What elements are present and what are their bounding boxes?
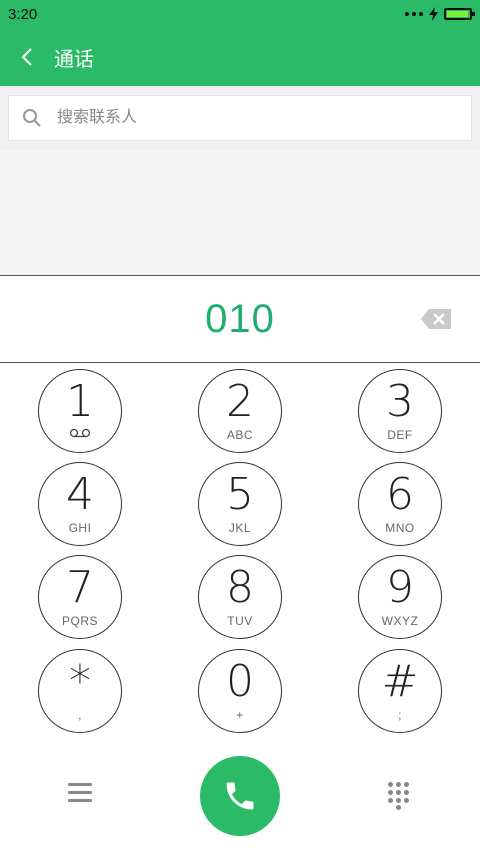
back-button[interactable] bbox=[0, 28, 54, 86]
key-digit-label: 9 bbox=[386, 562, 414, 613]
keypad: 1 2 ABC 3 DEF 4 GHI 5 JKL 6 MNO 7 PQRS 8 TUV 9 WXYZ *, 0 + #… bbox=[0, 363, 480, 740]
contact-results-area bbox=[0, 150, 480, 275]
key-3[interactable]: 3 DEF bbox=[358, 369, 442, 453]
menu-icon bbox=[68, 783, 92, 786]
key-4[interactable]: 4 GHI bbox=[38, 462, 122, 546]
key-letters-label: MNO bbox=[385, 521, 415, 535]
key-digit-label: 1 bbox=[66, 376, 94, 427]
key-6[interactable]: 6 MNO bbox=[358, 462, 442, 546]
backspace-button[interactable] bbox=[420, 308, 452, 330]
dialpad-dot bbox=[396, 798, 401, 803]
key-1[interactable]: 1 bbox=[38, 369, 122, 453]
number-display: 010 bbox=[0, 275, 480, 363]
battery-icon bbox=[444, 8, 475, 20]
key-letters-label: + bbox=[236, 708, 244, 722]
key-letters-label: JKL bbox=[228, 521, 252, 535]
key-digit-label: 2 bbox=[226, 376, 254, 427]
status-bar: 3:20 bbox=[0, 0, 480, 28]
chevron-left-icon bbox=[21, 48, 32, 66]
key-digit-label: 5 bbox=[226, 469, 254, 520]
battery-level-fill bbox=[447, 11, 468, 17]
key-digit-label: 7 bbox=[66, 562, 94, 613]
menu-button[interactable] bbox=[68, 783, 92, 805]
key-star[interactable]: *, bbox=[38, 649, 122, 733]
dialer-screen: 3:20 通话 搜索联系人 010 1 2 ABC 3 DEF 4 GHI 5 … bbox=[0, 0, 480, 853]
key-letters-label: WXYZ bbox=[381, 614, 419, 628]
dialpad-toggle-button[interactable] bbox=[388, 782, 412, 810]
key-hash[interactable]: #; bbox=[358, 649, 442, 733]
key-digit-label: 0 bbox=[226, 656, 254, 707]
search-input[interactable] bbox=[55, 108, 459, 128]
backspace-icon bbox=[421, 309, 451, 329]
status-time: 3:20 bbox=[8, 5, 38, 23]
call-button[interactable] bbox=[200, 756, 280, 836]
key-7[interactable]: 7 PQRS bbox=[38, 555, 122, 639]
dialed-number: 010 bbox=[205, 296, 275, 341]
dialpad-dot bbox=[388, 790, 393, 795]
charging-bolt-icon bbox=[429, 7, 438, 21]
search-box[interactable] bbox=[8, 95, 472, 141]
more-dots-icon bbox=[405, 12, 423, 16]
status-icons bbox=[405, 7, 475, 21]
page-title: 通话 bbox=[54, 48, 94, 71]
phone-icon bbox=[226, 782, 254, 810]
key-9[interactable]: 9 WXYZ bbox=[358, 555, 442, 639]
dialpad-dot bbox=[396, 805, 401, 810]
key-letters-label: , bbox=[78, 708, 82, 722]
search-icon bbox=[9, 108, 55, 128]
key-letters-label: ; bbox=[398, 708, 402, 722]
key-digit-label: * bbox=[69, 656, 91, 707]
key-digit-label: 8 bbox=[226, 562, 254, 613]
dialpad-dot bbox=[396, 790, 401, 795]
key-letters-label: TUV bbox=[227, 614, 253, 628]
dialpad-dot bbox=[404, 790, 409, 795]
app-header: 通话 bbox=[0, 28, 480, 86]
dialpad-dot bbox=[388, 782, 393, 787]
dialpad-dot bbox=[388, 798, 393, 803]
key-2[interactable]: 2 ABC bbox=[198, 369, 282, 453]
key-8[interactable]: 8 TUV bbox=[198, 555, 282, 639]
key-digit-label: # bbox=[381, 656, 419, 707]
key-letters-label: ABC bbox=[226, 428, 254, 442]
voicemail-icon bbox=[69, 428, 91, 438]
key-letters-label: DEF bbox=[387, 428, 413, 442]
bottom-action-bar bbox=[0, 740, 480, 853]
dialpad-dot bbox=[404, 798, 409, 803]
key-digit-label: 3 bbox=[386, 376, 414, 427]
key-digit-label: 6 bbox=[386, 469, 414, 520]
dialpad-dot bbox=[396, 782, 401, 787]
dialpad-dot bbox=[404, 782, 409, 787]
key-5[interactable]: 5 JKL bbox=[198, 462, 282, 546]
key-digit-label: 4 bbox=[66, 469, 94, 520]
key-0[interactable]: 0 + bbox=[198, 649, 282, 733]
search-bar-container bbox=[0, 86, 480, 150]
key-letters-label: GHI bbox=[68, 521, 92, 535]
key-letters-label: PQRS bbox=[61, 614, 98, 628]
